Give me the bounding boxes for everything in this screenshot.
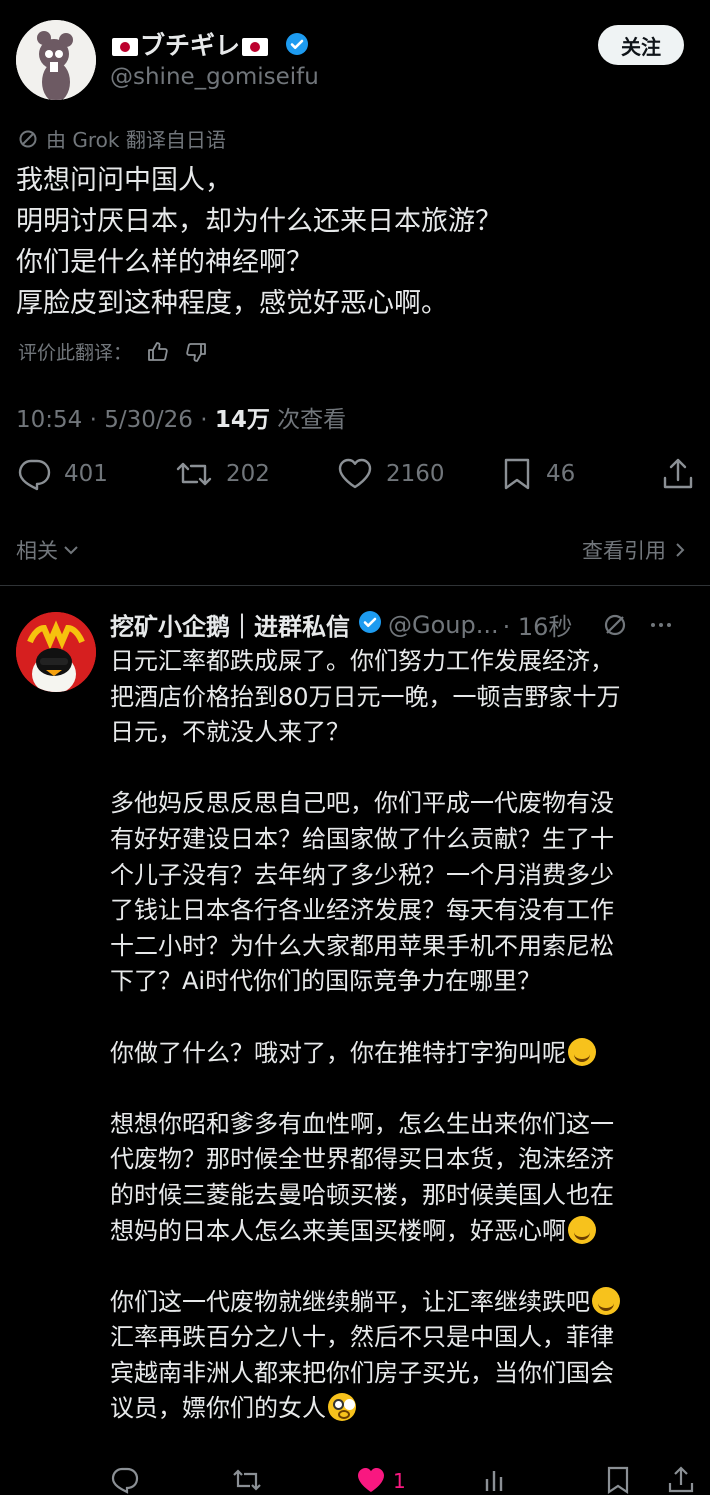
reply-text-gap xyxy=(110,1071,700,1107)
reply-text-line: 代废物？那时候全世界都得买日本货，泡沫经济 xyxy=(110,1145,614,1174)
share-icon xyxy=(663,458,693,489)
rofl-emoji-icon xyxy=(568,1037,596,1066)
more-options-icon[interactable] xyxy=(648,612,674,638)
tweet-text-line: 你们是什么样的神经啊？ xyxy=(16,247,313,278)
tweet-text-line: 厚脸皮到这种程度，感觉好恶心啊。 xyxy=(16,288,448,319)
reply-timestamp[interactable]: · 16秒 xyxy=(503,607,573,642)
reply-text-segment: 想妈的日本人怎么来美国买楼啊，好恶心啊 xyxy=(110,1216,566,1245)
reply-author-name[interactable]: 挖矿小企鹅｜进群私信 xyxy=(110,607,350,642)
reply-text-line: 汇率再跌百分之八十，然后不只是中国人，菲律 xyxy=(110,1323,614,1352)
tweet-timestamp[interactable]: 10:54 · 5/30/26 · xyxy=(16,407,215,433)
author-name[interactable]: ブチギレ xyxy=(110,26,309,62)
tweet-text: 我想问问中国人， 明明讨厌日本，却为什么还来日本旅游？ 你们是什么样的神经啊？ … xyxy=(16,160,502,324)
reply-text-gap xyxy=(110,1249,700,1285)
view-quotes-link[interactable]: 查看引用 xyxy=(582,535,688,565)
translation-label: 由 Grok 翻译自日语 xyxy=(46,128,226,152)
rofl-emoji-icon xyxy=(568,1215,596,1244)
japan-flag-icon xyxy=(242,38,269,56)
follow-button[interactable]: 关注 xyxy=(598,25,684,65)
reply-like-count: 1 xyxy=(393,1469,406,1493)
reply-text-segment: 你们这一代废物就继续躺平，让汇率继续跌吧 xyxy=(110,1287,590,1316)
bookmark-icon[interactable] xyxy=(604,1465,632,1495)
reply-text-gap xyxy=(110,751,700,787)
japan-flag-icon xyxy=(112,38,138,56)
grok-icon xyxy=(19,130,37,147)
reply-text-line: 议员，嫖你们的女人 xyxy=(110,1391,700,1427)
grok-icon[interactable] xyxy=(602,612,628,638)
tweet-meta: 10:54 · 5/30/26 · 14万 次查看 xyxy=(16,400,346,434)
reply-icon[interactable] xyxy=(110,1465,140,1495)
reply-text-line: 下了？Ai时代你们的国际竞争力在哪里？ xyxy=(110,967,542,996)
share-icon[interactable] xyxy=(666,1465,696,1495)
tweet-text-line: 我想问问中国人， xyxy=(16,165,232,196)
translation-notice: 由 Grok 翻译自日语 xyxy=(18,124,226,153)
reply-text-line: 宾越南非洲人都来把你们房子买光，当你们国会 xyxy=(110,1358,614,1387)
retweet-icon xyxy=(176,462,212,486)
reply-count: 401 xyxy=(64,461,108,487)
share-button[interactable] xyxy=(660,456,696,492)
tweet-text-line: 明明讨厌日本，却为什么还来日本旅游？ xyxy=(16,206,502,237)
verified-badge-icon xyxy=(285,32,309,62)
retweet-button[interactable]: 202 xyxy=(174,456,270,492)
reply-text-line: 你做了什么？哦对了，你在推特打字狗叫呢 xyxy=(110,1036,700,1072)
reply-author-handle[interactable]: @Goup... xyxy=(388,611,499,639)
reply-author-avatar[interactable] xyxy=(16,612,96,692)
like-button[interactable]: 2160 xyxy=(336,456,445,492)
reply-icon xyxy=(18,459,51,491)
bookmark-count: 46 xyxy=(546,461,576,487)
divider xyxy=(0,585,710,586)
rate-label: 评价此翻译： xyxy=(18,342,133,364)
reply-text-line: 多他妈反思反思自己吧，你们平成一代废物有没 xyxy=(110,789,614,818)
reply-text-segment: 你做了什么？哦对了，你在推特打字狗叫呢 xyxy=(110,1038,566,1067)
reply-text-line: 你们这一代废物就继续躺平，让汇率继续跌吧 xyxy=(110,1285,700,1321)
reply-text: 日元汇率都跌成屎了。你们努力工作发展经济， 把酒店价格抬到80万日元一晚，一顿吉… xyxy=(110,644,700,1427)
reply-text-line: 十二小时？为什么大家都用苹果手机不用索尼松 xyxy=(110,931,614,960)
heart-filled-icon[interactable] xyxy=(355,1465,387,1495)
author-display-name: ブチギレ xyxy=(140,31,241,60)
author-handle[interactable]: @shine_gomiseifu xyxy=(110,64,319,90)
bookmark-icon xyxy=(504,458,530,490)
reply-text-line: 想妈的日本人怎么来美国买楼啊，好恶心啊 xyxy=(110,1214,700,1250)
retweet-count: 202 xyxy=(226,461,270,487)
reply-text-line: 的时候三菱能去曼哈顿买楼，那时候美国人也在 xyxy=(110,1180,614,1209)
author-avatar[interactable] xyxy=(16,20,96,100)
tweet-actions: 401 202 2160 46 xyxy=(16,456,696,500)
reply-text-line: 日元，不就没人来了？ xyxy=(110,718,350,747)
view-quotes-label: 查看引用 xyxy=(582,539,666,563)
retweet-icon[interactable] xyxy=(230,1465,264,1495)
reply-text-line: 日元汇率都跌成屎了。你们努力工作发展经济， xyxy=(110,647,614,675)
like-count: 2160 xyxy=(386,461,445,487)
thumbs-down-icon[interactable] xyxy=(184,340,208,364)
chevron-down-icon xyxy=(64,546,78,555)
rate-translation: 评价此翻译： xyxy=(18,338,208,365)
reply-text-line: 有好好建设日本？给国家做了什么贡献？生了十 xyxy=(110,824,614,853)
reply-button[interactable]: 401 xyxy=(16,456,108,492)
reply-text-gap xyxy=(110,1000,700,1036)
flushed-emoji-icon xyxy=(328,1393,356,1422)
heart-icon xyxy=(338,458,372,489)
reply-header: 挖矿小企鹅｜进群私信 @Goup... · 16秒 xyxy=(110,607,674,642)
reply-text-segment: 议员，嫖你们的女人 xyxy=(110,1394,326,1423)
rofl-emoji-icon xyxy=(592,1286,620,1315)
reply-actions: 1 xyxy=(110,1465,700,1495)
bookmark-button[interactable]: 46 xyxy=(500,456,575,492)
reply-text-line: 把酒店价格抬到80万日元一晚，一顿吉野家十万 xyxy=(110,682,621,711)
reply-text-line: 个儿子没有？去年纳了多少税？一个月消费多少 xyxy=(110,860,614,889)
views-icon[interactable] xyxy=(482,1465,510,1495)
reply-text-line: 想想你昭和爹多有血性啊，怎么生出来你们这一 xyxy=(110,1109,614,1138)
verified-badge-icon xyxy=(358,610,382,640)
related-dropdown[interactable]: 相关 xyxy=(16,535,80,565)
reply-text-line: 了钱让日本各行各业经济发展？每天有没有工作 xyxy=(110,896,614,925)
views-count: 14万 xyxy=(214,407,270,433)
views-label: 次查看 xyxy=(269,407,347,433)
thumbs-up-icon[interactable] xyxy=(146,340,170,364)
chevron-right-icon xyxy=(676,543,685,557)
related-label: 相关 xyxy=(16,539,58,563)
